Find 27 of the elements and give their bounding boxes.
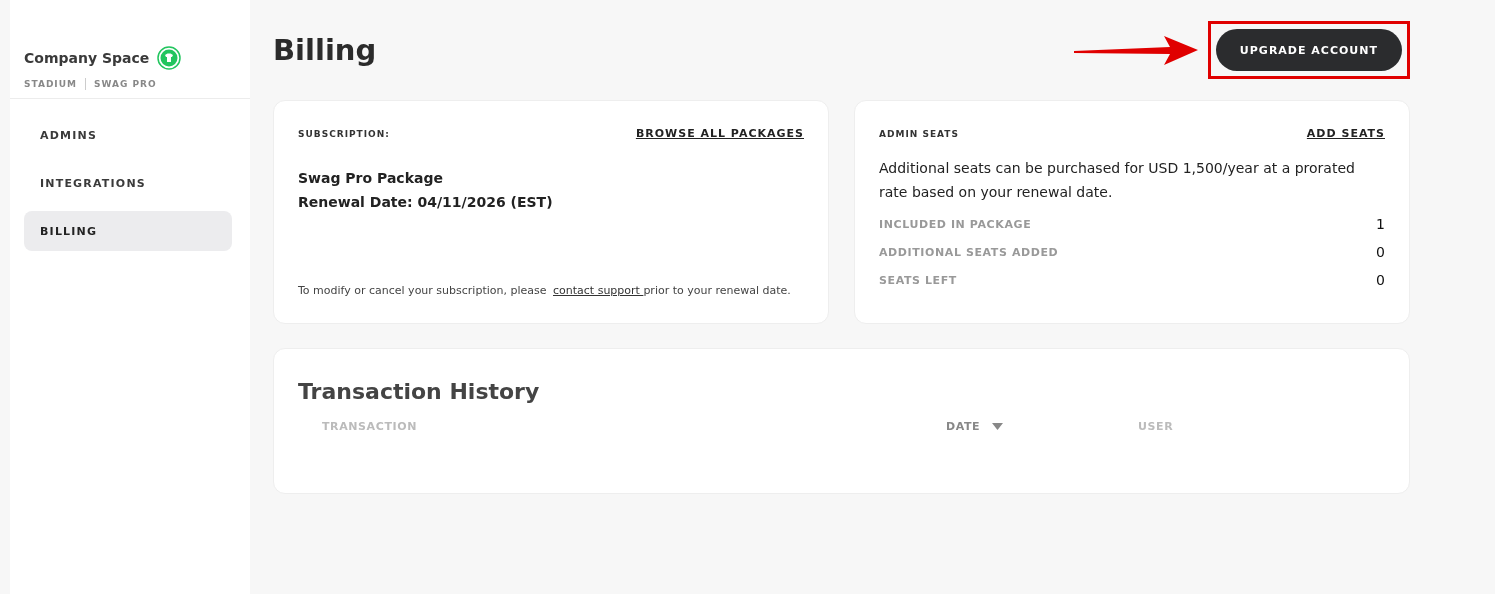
seat-label: ADDITIONAL SEATS ADDED [879,245,1059,259]
section-title: Transaction History [298,379,541,404]
card-heading: ADMIN SEATS [879,128,959,139]
browse-packages-link[interactable]: BROWSE ALL PACKAGES [635,127,804,140]
seat-label: SEATS LEFT [879,273,957,287]
shirt-icon [157,46,182,70]
contact-support-link[interactable]: contact support [553,284,644,297]
card-heading: SUBSCRIPTION: [298,128,390,139]
page-title: Billing [273,33,377,67]
seat-label: INCLUDED IN PACKAGE [879,217,1032,231]
column-header[interactable]: DATE [946,420,981,433]
nav-item[interactable]: INTEGRATIONS [24,163,232,203]
sort-icon[interactable] [992,423,1004,430]
seat-count: 0 [1376,272,1385,288]
renewal-date: Renewal Date: 04/11/2026 (EST) [298,193,554,212]
plan-tag: SWAG PRO [94,79,157,89]
nav-item[interactable]: BILLING [24,211,232,251]
subscription-note: To modify or cancel your subscription, please contact support prior to your renewal date. [298,284,792,297]
seats-description: Additional seats can be purchased for USD 1,500/year at a prorated rate based on your renewal date. [879,159,1356,202]
plan-tag: STADIUM [24,79,77,89]
seat-count: 0 [1376,244,1385,260]
package-name: Swag Pro Package [298,169,444,188]
company-name: Company Space [24,50,150,66]
nav-item[interactable]: ADMINS [24,115,232,155]
upgrade-button[interactable]: UPGRADE ACCOUNT [1215,29,1402,71]
add-seats-link[interactable]: ADD SEATS [1306,127,1385,140]
seat-count: 1 [1376,216,1385,232]
